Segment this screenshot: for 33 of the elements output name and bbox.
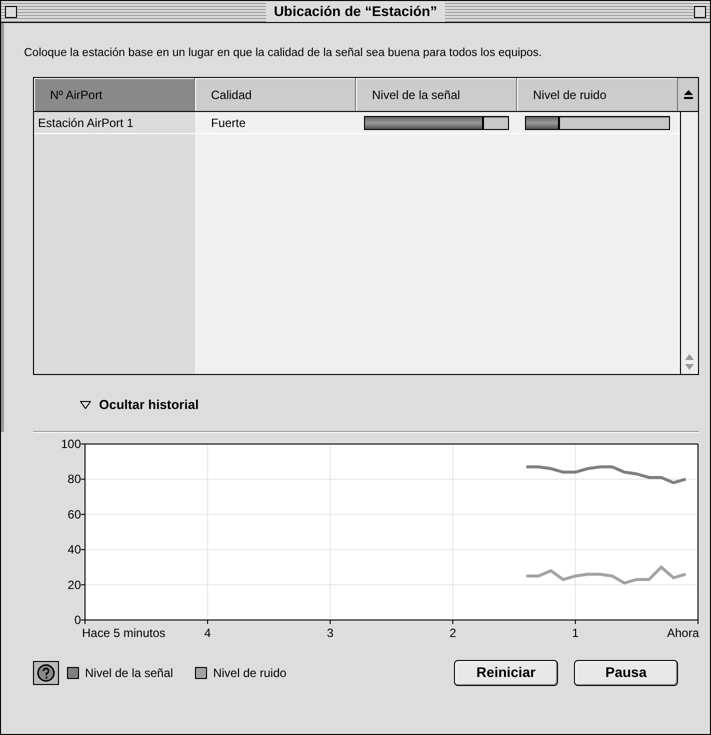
axis-label: Ahora (666, 626, 699, 640)
legend-label: Nivel de ruido (213, 664, 286, 682)
window-title: Ubicación de “Estación” (266, 1, 446, 22)
disclosure-triangle-icon (80, 401, 91, 409)
axis-label: 80 (68, 472, 81, 486)
column-header[interactable]: Nº AirPort (34, 78, 195, 112)
axis-label: 3 (326, 626, 334, 640)
axis-label: 1 (572, 626, 579, 640)
axis-label: 20 (68, 578, 81, 592)
history-toggle[interactable]: Ocultar historial (80, 395, 199, 415)
push-button[interactable]: Pausa (574, 660, 678, 686)
axis-label: Hace 5 minutos (82, 626, 166, 640)
axis-label: 60 (68, 507, 81, 522)
help-button[interactable] (33, 660, 59, 685)
axis-label: 100 (60, 436, 81, 451)
column-header[interactable]: Nivel de ruido (517, 78, 678, 112)
instructions-text: Coloque la estación base en un lugar en que la calidad de la señal sea buena para todos los equipos. (24, 46, 543, 61)
table-cell-text: Fuerte (210, 114, 247, 132)
column-header[interactable]: Calidad (195, 78, 356, 112)
help-icon (37, 664, 55, 682)
axis-label: 0 (74, 612, 81, 627)
push-button[interactable]: Reiniciar (454, 660, 558, 686)
column-header[interactable]: Nivel de la señal (356, 78, 517, 112)
table-cell-text: Estación AirPort 1 (37, 114, 134, 132)
collapse-box[interactable] (694, 6, 706, 18)
legend-label: Nivel de la señal (85, 664, 174, 682)
sort-icon (684, 90, 692, 100)
axis-label: 2 (449, 626, 456, 640)
table-row[interactable]: Estación AirPort 1 Fuerte (34, 112, 680, 134)
sort-direction-button[interactable] (678, 78, 698, 112)
close-box[interactable] (5, 6, 17, 18)
axis-label: 4 (204, 626, 211, 640)
axis-label: 40 (68, 542, 81, 556)
